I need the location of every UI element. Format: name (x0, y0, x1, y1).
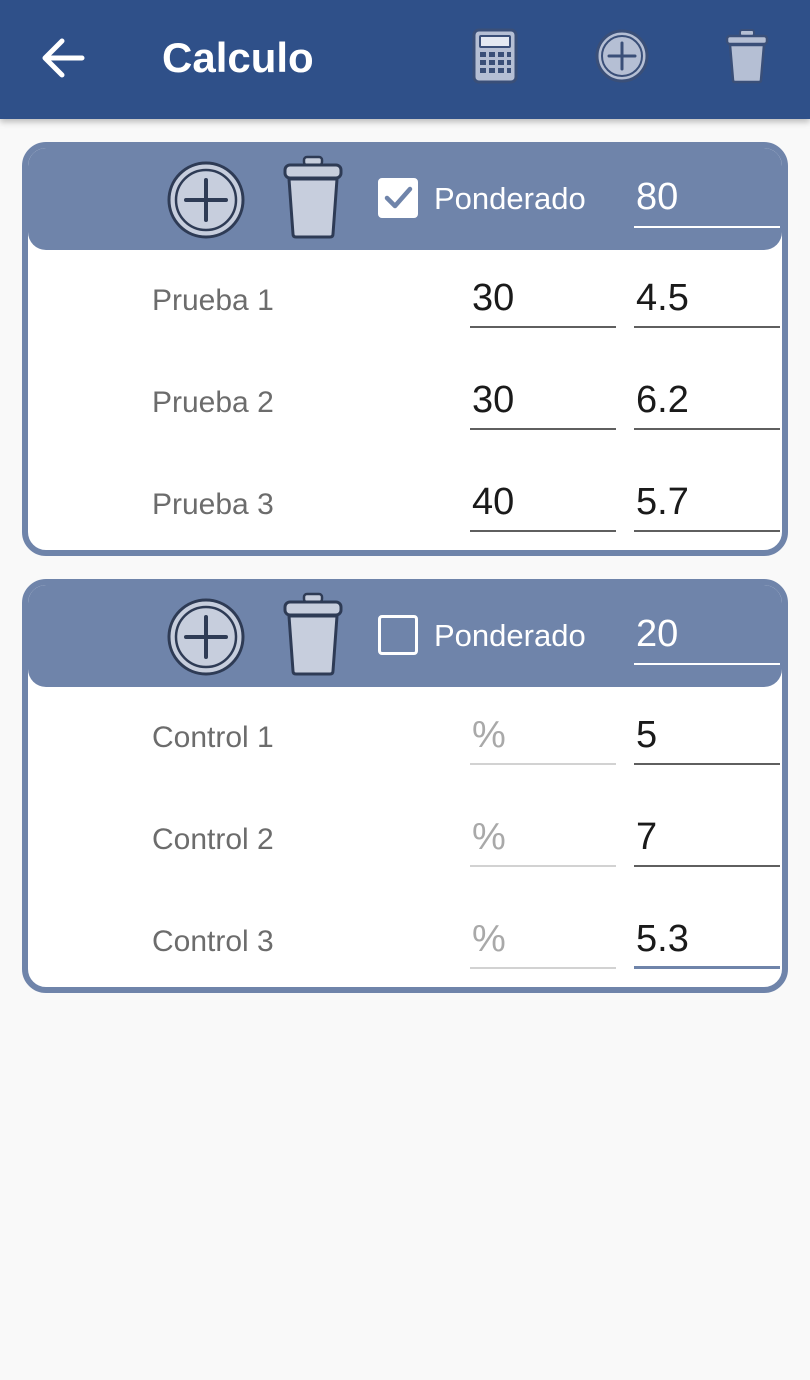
grade-input[interactable]: 7 (634, 813, 780, 867)
percent-input[interactable]: % (470, 915, 616, 969)
group-header: Ponderado 80 (28, 148, 782, 250)
group-header: Ponderado 20 (28, 585, 782, 687)
trash-icon[interactable] (724, 28, 770, 84)
percent-input[interactable]: % (470, 813, 616, 867)
calculator-icon[interactable] (472, 28, 518, 84)
checkmark-icon (384, 186, 413, 209)
row-label: Prueba 1 (152, 284, 274, 317)
page-title: Calculo (162, 34, 314, 81)
ponderado-checkbox[interactable] (378, 615, 418, 655)
grade-row: Control 1 % 5 (28, 687, 782, 789)
grade-row: Control 3 % 5.3 (28, 891, 782, 987)
row-label: Control 2 (152, 823, 274, 856)
grade-group-card: Ponderado 20 Control 1 % 5 Control 2 % 7… (22, 579, 788, 993)
ponderado-label: Ponderado (434, 181, 586, 216)
ponderado-checkbox[interactable] (378, 178, 418, 218)
row-label: Control 1 (152, 721, 274, 754)
grade-input[interactable]: 5 (634, 711, 780, 765)
group-weight-input[interactable]: 80 (634, 174, 780, 228)
percent-input[interactable]: 30 (470, 274, 616, 328)
grade-input[interactable]: 5.3 (634, 915, 780, 969)
grade-row: Prueba 2 30 6.2 (28, 352, 782, 454)
delete-group-icon[interactable] (282, 591, 344, 677)
ponderado-label: Ponderado (434, 618, 586, 653)
grade-input[interactable]: 5.7 (634, 478, 780, 532)
percent-input[interactable]: 40 (470, 478, 616, 532)
percent-input[interactable]: % (470, 711, 616, 765)
grade-row: Prueba 1 30 4.5 (28, 250, 782, 352)
row-label: Control 3 (152, 925, 274, 958)
back-arrow-icon[interactable] (40, 36, 86, 80)
grade-row: Prueba 3 40 5.7 (28, 454, 782, 550)
grade-group-card: Ponderado 80 Prueba 1 30 4.5 Prueba 2 30… (22, 142, 788, 556)
row-label: Prueba 2 (152, 386, 274, 419)
group-weight-input[interactable]: 20 (634, 611, 780, 665)
add-row-icon[interactable] (166, 597, 246, 677)
row-label: Prueba 3 (152, 488, 274, 521)
percent-input[interactable]: 30 (470, 376, 616, 430)
grade-input[interactable]: 4.5 (634, 274, 780, 328)
delete-group-icon[interactable] (282, 154, 344, 240)
add-row-icon[interactable] (166, 160, 246, 240)
app-bar: Calculo (0, 0, 810, 119)
grade-input[interactable]: 6.2 (634, 376, 780, 430)
add-circle-icon[interactable] (594, 28, 650, 84)
grade-row: Control 2 % 7 (28, 789, 782, 891)
